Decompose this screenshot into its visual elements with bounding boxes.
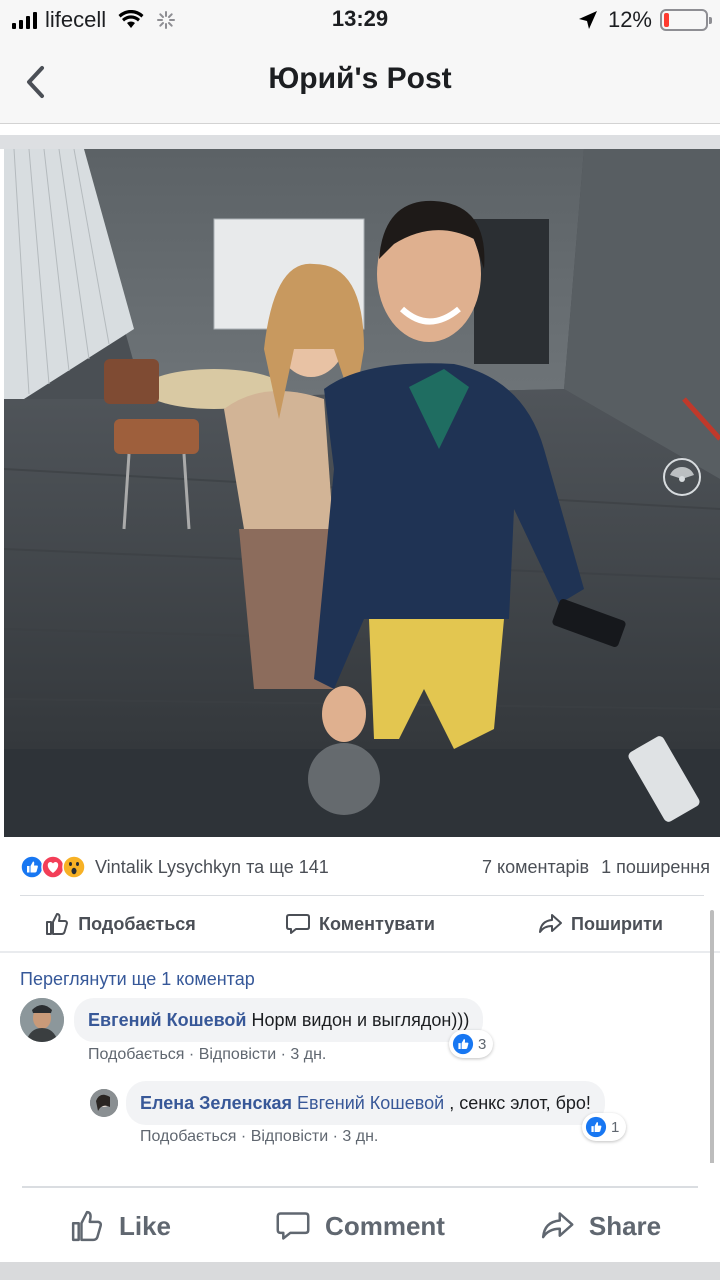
bottom-share-label: Share xyxy=(588,1210,662,1241)
comment-bubble: Евгений Кошевой Норм видон и выглядон))) xyxy=(74,998,484,1042)
comment-icon xyxy=(276,1212,310,1240)
thumbs-up-icon xyxy=(71,1210,103,1242)
comments-count[interactable]: 7 коментарів xyxy=(482,857,589,878)
like-button-label: Подобається xyxy=(78,913,196,934)
reply-text: , сенкс элот, бро! xyxy=(449,1092,591,1113)
divider xyxy=(0,951,720,953)
share-button[interactable]: Поширити xyxy=(480,897,720,951)
comment-button-label: Коментувати xyxy=(319,913,435,934)
comment-reaction-count: 3 xyxy=(478,1035,487,1053)
photo-illustration xyxy=(4,149,720,837)
shares-count[interactable]: 1 поширення xyxy=(601,857,710,878)
comment-like-link[interactable]: Подобається xyxy=(88,1046,184,1063)
share-arrow-icon xyxy=(539,914,563,933)
reply-like-link[interactable]: Подобається xyxy=(140,1128,236,1145)
reply-author[interactable]: Елена Зеленская xyxy=(140,1093,292,1114)
reply-reply-link[interactable]: Відповісти xyxy=(251,1128,328,1145)
divider xyxy=(22,1186,698,1188)
divider xyxy=(0,135,720,149)
home-indicator-area xyxy=(0,1262,720,1280)
status-bar: lifecell 13:29 12% xyxy=(0,0,720,40)
share-button-label: Поширити xyxy=(571,913,663,934)
location-arrow-icon xyxy=(578,11,597,29)
post-photo[interactable] xyxy=(4,149,720,837)
comment-meta: Подобається · Відповісти · 3 дн. xyxy=(88,1046,327,1063)
bottom-like-label: Like xyxy=(118,1210,172,1241)
comment-text: Норм видон и выглядон))) xyxy=(251,1009,470,1030)
share-arrow-icon xyxy=(541,1212,574,1239)
comment-author[interactable]: Евгений Кошевой xyxy=(88,1010,246,1031)
thumbs-up-icon xyxy=(46,913,69,935)
comment-icon xyxy=(286,914,311,934)
reply-reaction-count: 1 xyxy=(611,1118,620,1136)
like-reaction-icon xyxy=(585,1116,607,1138)
reply-bubble: Елена Зеленская Евгений Кошевой , сенкс … xyxy=(126,1081,605,1125)
divider xyxy=(20,895,704,896)
compass-icon[interactable] xyxy=(662,457,702,497)
comment-time: 3 дн. xyxy=(290,1046,327,1063)
bottom-share-button[interactable]: Share xyxy=(480,1196,720,1256)
navigation-bar: Юрий's Post xyxy=(0,40,720,124)
bottom-comment-button[interactable]: Comment xyxy=(240,1196,480,1256)
reply-meta: Подобається · Відповісти · 3 дн. xyxy=(140,1128,379,1145)
reply-reaction-badge[interactable]: 1 xyxy=(582,1113,627,1141)
comment-reply-link[interactable]: Відповісти xyxy=(199,1046,276,1063)
reply-time: 3 дн. xyxy=(342,1128,379,1145)
reply-mention-tag[interactable]: Евгений Кошевой xyxy=(297,1093,444,1114)
battery-icon xyxy=(660,9,712,31)
reactions-text[interactable]: Vintalik Lysychkyn та ще 141 xyxy=(95,857,329,878)
battery-percent: 12% xyxy=(607,7,652,32)
avatar[interactable] xyxy=(90,1089,118,1117)
post-actions: Подобається Коментувати Поширити xyxy=(0,897,720,951)
comment-button[interactable]: Коментувати xyxy=(240,897,480,951)
page-title: Юрий's Post xyxy=(268,62,452,95)
bottom-like-button[interactable]: Like xyxy=(0,1196,240,1256)
reactions-summary[interactable]: Vintalik Lysychkyn та ще 141 7 коментарі… xyxy=(20,850,710,884)
wow-reaction-icon xyxy=(62,855,86,879)
like-reaction-icon xyxy=(452,1033,474,1055)
like-button[interactable]: Подобається xyxy=(0,897,240,951)
view-more-comments-link[interactable]: Переглянути ще 1 коментар xyxy=(20,969,255,990)
comment-reaction-badge[interactable]: 3 xyxy=(449,1030,494,1058)
bottom-toolbar: Like Comment Share xyxy=(0,1196,720,1256)
bottom-comment-label: Comment xyxy=(325,1210,445,1241)
avatar[interactable] xyxy=(20,998,64,1042)
